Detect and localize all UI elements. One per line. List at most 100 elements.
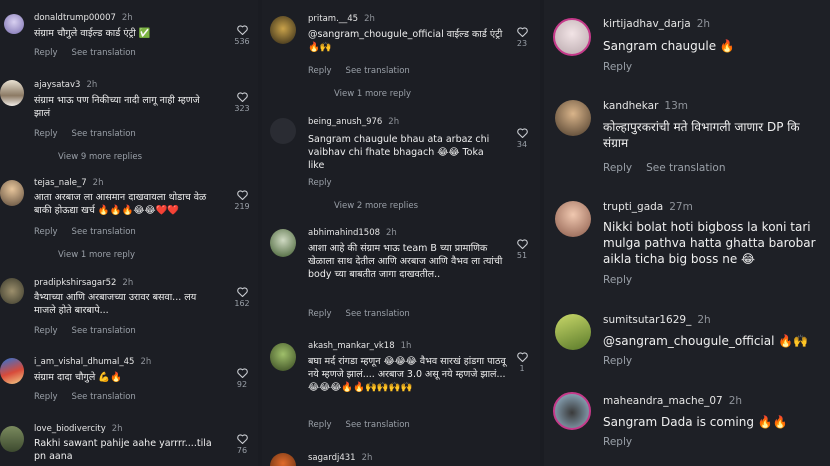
comment-actions: Reply See translation — [308, 309, 410, 319]
avatar[interactable] — [555, 314, 591, 350]
comment-username[interactable]: pradipkshirsagar52 2h — [34, 278, 133, 288]
like-button[interactable]: 162 — [232, 287, 252, 308]
heart-icon — [516, 27, 528, 37]
see-translation-button[interactable]: See translation — [646, 162, 725, 174]
comment-item: abhimahind1508 2h आशा आहे की संग्राम भाऊ … — [262, 225, 540, 337]
avatar[interactable] — [555, 201, 591, 237]
avatar[interactable] — [553, 392, 591, 430]
comment-username[interactable]: pritam.__45 2h — [308, 14, 375, 24]
comment-item: sagardj431 2h — [262, 447, 540, 466]
reply-button[interactable]: Reply — [603, 274, 632, 286]
like-count: 162 — [234, 299, 250, 308]
avatar[interactable] — [270, 16, 296, 44]
comment-item: tejas_nale_7 2h आता अरबाज ला आसमान दाखवाय… — [0, 170, 258, 270]
avatar[interactable] — [0, 180, 24, 206]
comment-text: संग्राम भाऊ पण निकीच्या नादी लागू नाही म… — [34, 95, 200, 119]
like-count: 51 — [516, 251, 528, 260]
reply-button[interactable]: Reply — [34, 48, 58, 58]
comment-actions: Reply See translation — [603, 162, 725, 174]
comment-username[interactable]: donaldtrump00007 2h — [34, 13, 133, 23]
avatar[interactable] — [0, 358, 24, 384]
see-translation-button[interactable]: See translation — [346, 66, 410, 76]
comment-text: आता अरबाज ला आसमान दाखवायला थोडाच वेळ बा… — [34, 192, 207, 216]
like-button[interactable]: 219 — [232, 190, 252, 211]
comment-actions: Reply — [603, 355, 632, 367]
comment-text: संग्राम दादा चौगुले 💪🔥 — [34, 372, 122, 383]
comment-username[interactable]: maheandra_mache_07 2h — [603, 395, 742, 407]
comment-username[interactable]: ajaysatav3 2h — [34, 80, 97, 90]
avatar[interactable] — [270, 343, 296, 371]
comment-username[interactable]: kirtijadhav_darja 2h — [603, 18, 710, 30]
like-button[interactable]: 92 — [232, 368, 252, 389]
comment-username[interactable]: abhimahind1508 2h — [308, 228, 397, 238]
like-count: 92 — [236, 380, 248, 389]
comment-username[interactable]: tejas_nale_7 2h — [34, 178, 103, 188]
comment-username[interactable]: sagardj431 2h — [308, 453, 372, 463]
reply-button[interactable]: Reply — [308, 178, 332, 188]
reply-button[interactable]: Reply — [308, 66, 332, 76]
comment-item: maheandra_mache_07 2h Sangram Dada is com… — [544, 388, 830, 466]
reply-button[interactable]: Reply — [603, 162, 632, 174]
heart-icon — [236, 287, 248, 297]
comment-username[interactable]: being_anush_976 2h — [308, 117, 399, 127]
see-translation-button[interactable]: See translation — [72, 129, 136, 139]
see-translation-button[interactable]: See translation — [346, 420, 410, 430]
like-button[interactable]: 34 — [512, 128, 532, 149]
reply-button[interactable]: Reply — [34, 129, 58, 139]
comment-username[interactable]: kandhekar 13m — [603, 100, 688, 112]
like-button[interactable]: 76 — [232, 434, 252, 455]
see-translation-button[interactable]: See translation — [346, 309, 410, 319]
reply-button[interactable]: Reply — [603, 355, 632, 367]
avatar[interactable] — [0, 278, 24, 304]
comments-panel-middle: pritam.__45 2h @sangram_chougule_official… — [262, 0, 540, 466]
view-more-replies-button[interactable]: View 9 more replies — [58, 152, 142, 162]
comment-username[interactable]: i_am_vishal_dhumal_45 2h — [34, 357, 151, 367]
heart-icon — [236, 25, 248, 35]
comment-item: trupti_gada 27m Nikki bolat hoti bigboss … — [544, 194, 830, 306]
heart-icon — [236, 190, 248, 200]
like-count: 23 — [516, 39, 528, 48]
comment-actions: Reply See translation — [308, 66, 410, 76]
like-count: 536 — [234, 37, 250, 46]
comments-panel-right: kirtijadhav_darja 2h Sangram chaugule 🔥 R… — [544, 0, 830, 466]
view-more-replies-button[interactable]: View 1 more reply — [334, 89, 411, 99]
view-more-replies-button[interactable]: View 1 more reply — [58, 250, 135, 260]
avatar[interactable] — [0, 426, 24, 452]
like-count: 1 — [519, 364, 525, 373]
see-translation-button[interactable]: See translation — [72, 227, 136, 237]
reply-button[interactable]: Reply — [308, 420, 332, 430]
avatar[interactable] — [553, 18, 591, 56]
comment-item: being_anush_976 2h Sangram chaugule bhau … — [262, 108, 540, 225]
reply-button[interactable]: Reply — [34, 227, 58, 237]
like-button[interactable]: 51 — [512, 239, 532, 260]
like-button[interactable]: 323 — [232, 92, 252, 113]
heart-icon — [236, 434, 248, 444]
view-more-replies-button[interactable]: View 2 more replies — [334, 201, 418, 211]
see-translation-button[interactable]: See translation — [72, 48, 136, 58]
like-button[interactable]: 536 — [232, 25, 252, 46]
reply-button[interactable]: Reply — [308, 309, 332, 319]
reply-button[interactable]: Reply — [34, 326, 58, 336]
comment-username[interactable]: love_biodivercity 2h — [34, 424, 123, 434]
comment-username[interactable]: trupti_gada 27m — [603, 201, 693, 213]
avatar[interactable] — [555, 100, 591, 136]
like-button[interactable]: 1 — [512, 352, 532, 373]
comment-item: kirtijadhav_darja 2h Sangram chaugule 🔥 R… — [544, 0, 830, 92]
avatar[interactable] — [270, 453, 296, 466]
reply-button[interactable]: Reply — [603, 61, 632, 73]
comment-text: Sangram chaugule 🔥 — [603, 39, 735, 53]
comment-item: i_am_vishal_dhumal_45 2h संग्राम दादा चौग… — [0, 350, 258, 420]
comment-username[interactable]: sumitsutar1629_ 2h — [603, 314, 711, 326]
see-translation-button[interactable]: See translation — [72, 326, 136, 336]
avatar[interactable] — [270, 118, 296, 144]
avatar[interactable] — [0, 80, 24, 106]
reply-button[interactable]: Reply — [34, 392, 58, 402]
see-translation-button[interactable]: See translation — [72, 392, 136, 402]
avatar[interactable] — [4, 14, 24, 34]
comment-username[interactable]: akash_mankar_vk18 1h — [308, 341, 411, 351]
like-count: 76 — [236, 446, 248, 455]
avatar[interactable] — [270, 229, 296, 257]
like-button[interactable]: 23 — [512, 27, 532, 48]
reply-button[interactable]: Reply — [603, 436, 632, 448]
comment-actions: Reply See translation — [34, 227, 136, 237]
